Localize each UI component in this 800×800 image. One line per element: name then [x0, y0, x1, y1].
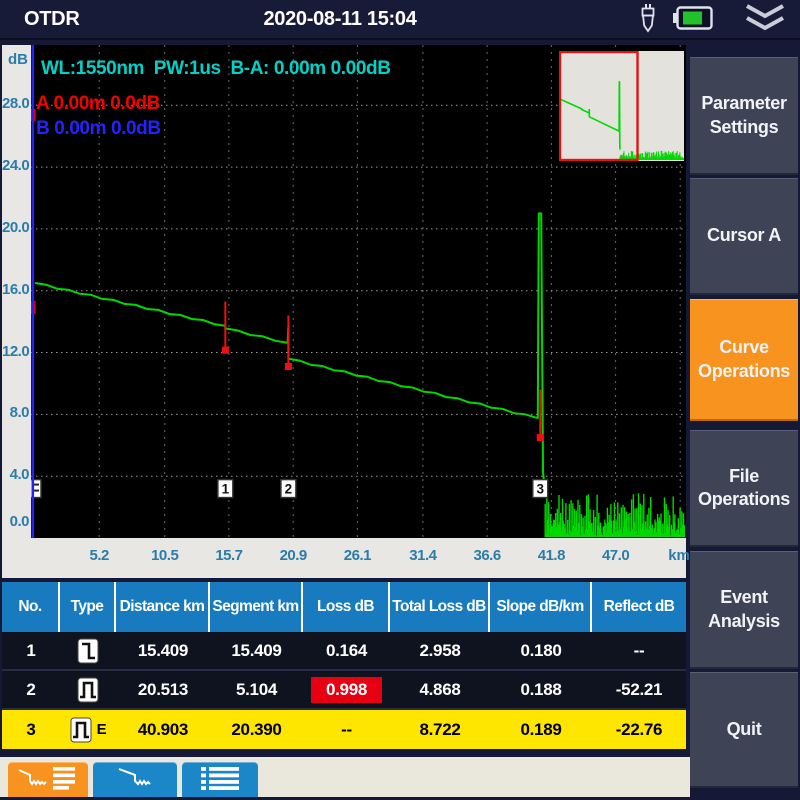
x-tick-label: 10.5 — [151, 547, 179, 564]
table-header-cell: Segment km — [210, 582, 303, 632]
event-type-icon-step-down — [60, 632, 116, 669]
datetime: 2020-08-11 15:04 — [263, 8, 417, 30]
event-distance: 40.903 — [137, 719, 189, 739]
cursor-b-line — [31, 45, 35, 538]
event-row-2[interactable]: 2 20.513 5.104 0.998 4.868 0.188 -52.21 — [2, 671, 686, 710]
cursor-a-readout: A 0.00m 0.0dB — [36, 93, 160, 114]
y-tick-label: 8.0 — [9, 404, 30, 422]
measurement-info: WL:1550nm PW:1us B-A: 0.00m 0.00dB — [41, 58, 391, 79]
event-loss: -- — [341, 719, 352, 739]
x-axis: 5.2 10.5 15.7 20.9 26.1 31.4 36.6 41.8 47.0 km — [31, 538, 690, 578]
event-table-header: No. Type Distance km Segment km Loss dB Total… — [2, 582, 686, 632]
status-icons — [636, 0, 790, 40]
event-segment: 15.409 — [231, 640, 282, 660]
event-loss: 0.998 — [303, 671, 390, 708]
table-header-cell: Distance km — [116, 582, 210, 632]
trace-minimap[interactable] — [559, 51, 684, 161]
table-header-cell: Total Loss dB — [390, 582, 490, 632]
y-tick-label: 0.0 — [9, 513, 30, 530]
x-tick-label: 41.8 — [537, 547, 566, 564]
event-loss: 0.164 — [325, 640, 368, 660]
event-no: 1 — [26, 640, 36, 660]
x-tick-label: 36.6 — [473, 547, 502, 564]
event-type-icon-pulse — [60, 671, 116, 708]
x-tick-label: 5.2 — [89, 547, 110, 564]
event-total-loss: 8.722 — [419, 719, 461, 739]
y-tick-label: 28.0 — [2, 95, 30, 113]
table-header-cell: Reflect dB — [603, 598, 675, 615]
x-tick-label: 20.9 — [279, 547, 308, 564]
y-tick-label: 12.0 — [2, 342, 30, 360]
quit-button[interactable]: Quit — [690, 672, 798, 788]
top-bar: OTDR 2020-08-11 15:04 — [0, 0, 800, 40]
table-header-cell: Slope dB/km — [490, 582, 592, 632]
bottom-toolbar — [0, 757, 690, 797]
event-row-3[interactable]: 3 E 40.903 20.390 -- 8.722 0.189 -22.76 — [2, 710, 686, 749]
y-tick-label: 4.0 — [9, 466, 30, 484]
event-table-body: 1 15.409 15.409 0.164 2.958 0.180 -- 2 20.513 5.1… — [2, 632, 686, 749]
event-marker-3: 3 — [532, 389, 549, 499]
svg-text:1: 1 — [222, 482, 230, 497]
event-segment: 20.390 — [231, 719, 282, 739]
chart-area: dB 0.0 4.0 8.0 12.0 16.0 20.0 24.0 28.0 1 2 3 WL:… — [2, 45, 690, 578]
table-header-cell: Loss dB — [303, 582, 390, 632]
sidebar-menu: Parameter Settings Cursor A Curve Operatio… — [688, 45, 800, 800]
toolbar-tab-trace[interactable] — [93, 762, 177, 797]
x-tick-label: 31.4 — [409, 547, 437, 564]
x-tick-label: 26.1 — [343, 547, 372, 564]
svg-text:2: 2 — [285, 482, 293, 497]
x-tick-label: 47.0 — [601, 547, 630, 564]
event-reflect: -- — [633, 640, 645, 660]
trace-icon — [115, 764, 155, 795]
event-total-loss: 4.868 — [419, 679, 461, 699]
curve-operations-button[interactable]: Curve Operations — [690, 299, 798, 421]
y-tick-label: 24.0 — [2, 157, 30, 175]
y-axis-title: dB — [8, 51, 28, 68]
y-tick-label: 16.0 — [2, 280, 30, 298]
event-distance: 20.513 — [137, 679, 189, 699]
file-operations-button[interactable]: File Operations — [690, 430, 798, 547]
event-type-icon-pulse: E — [60, 710, 116, 749]
event-table: No. Type Distance km Segment km Loss dB Total… — [2, 582, 686, 749]
event-analysis-button[interactable]: Event Analysis — [690, 551, 798, 669]
cursor-a-button[interactable]: Cursor A — [690, 178, 798, 295]
event-slope: 0.189 — [520, 719, 562, 739]
event-total-loss: 2.958 — [419, 640, 461, 660]
cursor-b-readout: B 0.00m 0.0dB — [36, 118, 161, 139]
table-header-cell: Type — [60, 582, 116, 632]
toolbar-tab-trace-and-list[interactable] — [8, 762, 88, 797]
event-slope: 0.188 — [520, 679, 562, 699]
y-tick-label: 20.0 — [2, 218, 30, 236]
event-distance: 15.409 — [137, 640, 189, 660]
usb-icon — [636, 3, 658, 38]
svg-text:3: 3 — [537, 482, 545, 497]
event-reflect: -52.21 — [615, 679, 663, 699]
x-tick-label: 15.7 — [215, 547, 243, 564]
event-no: 2 — [26, 679, 36, 699]
x-axis-unit: km — [668, 547, 690, 564]
event-slope: 0.180 — [520, 640, 562, 660]
event-no: 3 — [26, 719, 36, 739]
trace-and-list-icon — [17, 764, 79, 795]
event-segment: 5.104 — [235, 679, 278, 699]
list-icon — [197, 764, 243, 795]
event-row-1[interactable]: 1 15.409 15.409 0.164 2.958 0.180 -- — [2, 632, 686, 671]
battery-icon — [672, 4, 714, 37]
event-reflect: -22.76 — [615, 719, 663, 739]
table-header-cell: No. — [2, 582, 60, 632]
toolbar-tab-list[interactable] — [182, 762, 258, 797]
parameter-settings-button[interactable]: Parameter Settings — [690, 57, 798, 175]
collapse-chevron-icon[interactable] — [740, 3, 790, 38]
event-marker-1: 1 — [217, 301, 234, 499]
trace-plot[interactable]: 1 2 3 WL:1550nm PW:1us B-A: 0.00m 0.00dB A… — [26, 45, 686, 538]
